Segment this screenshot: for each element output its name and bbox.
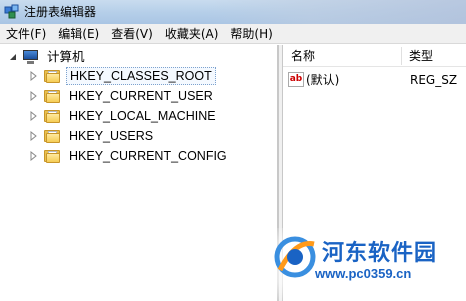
tree-item-label: HKEY_CURRENT_CONFIG [69,149,227,163]
tree-item-label: 计算机 [47,49,85,64]
menu-favorites[interactable]: 收藏夹(A) [159,24,225,44]
menu-bar: 文件(F) 编辑(E) 查看(V) 收藏夹(A) 帮助(H) [0,24,466,44]
menu-help[interactable]: 帮助(H) [224,24,278,44]
column-header-name[interactable]: 名称 [285,45,315,67]
regedit-icon [4,4,19,19]
folder-icon [44,109,60,123]
collapsed-arrow-icon[interactable] [30,151,38,161]
tree-item-hkey-local-machine[interactable]: HKEY_LOCAL_MACHINE [30,107,219,125]
watermark-logo-icon [274,236,316,278]
menu-edit[interactable]: 编辑(E) [52,24,105,44]
menu-view[interactable]: 查看(V) [105,24,159,44]
title-bar[interactable]: 注册表编辑器 [0,0,466,24]
collapsed-arrow-icon[interactable] [30,111,38,121]
tree-item-label: HKEY_CLASSES_ROOT [66,67,216,85]
column-header-type[interactable]: 类型 [403,45,433,67]
menu-file[interactable]: 文件(F) [0,24,52,44]
list-header: 名称 类型 [283,45,466,67]
folder-icon [44,129,60,143]
tree-item-hkey-current-config[interactable]: HKEY_CURRENT_CONFIG [30,147,230,165]
string-value-icon: ab [288,72,304,87]
value-name: (默认) [306,73,340,87]
folder-icon [44,149,60,163]
tree-item-hkey-current-user[interactable]: HKEY_CURRENT_USER [30,87,216,105]
column-divider[interactable] [401,47,402,65]
window-title: 注册表编辑器 [24,5,97,19]
tree-item-label: HKEY_CURRENT_USER [69,89,213,103]
tree-item-computer[interactable]: 计算机 [8,48,88,66]
collapsed-arrow-icon[interactable] [30,131,38,141]
expanded-arrow-icon[interactable] [8,52,18,62]
folder-icon [44,89,60,103]
registry-tree[interactable]: 计算机 HKEY_CLASSES_ROOT HKEY_CURRENT_USER … [0,45,278,301]
title-bar-background [206,0,466,24]
collapsed-arrow-icon[interactable] [30,71,38,81]
watermark-title: 河东软件园 [322,240,438,266]
collapsed-arrow-icon[interactable] [30,91,38,101]
folder-icon [44,69,60,83]
list-item[interactable]: ab (默认) REG_SZ [283,71,466,89]
value-type: REG_SZ [410,73,458,87]
watermark-url: www.pc0359.cn [315,266,412,281]
tree-item-hkey-users[interactable]: HKEY_USERS [30,127,156,145]
tree-item-label: HKEY_LOCAL_MACHINE [69,109,216,123]
tree-item-hkey-classes-root[interactable]: HKEY_CLASSES_ROOT [30,67,216,85]
tree-item-label: HKEY_USERS [69,129,154,143]
computer-icon [22,49,40,65]
